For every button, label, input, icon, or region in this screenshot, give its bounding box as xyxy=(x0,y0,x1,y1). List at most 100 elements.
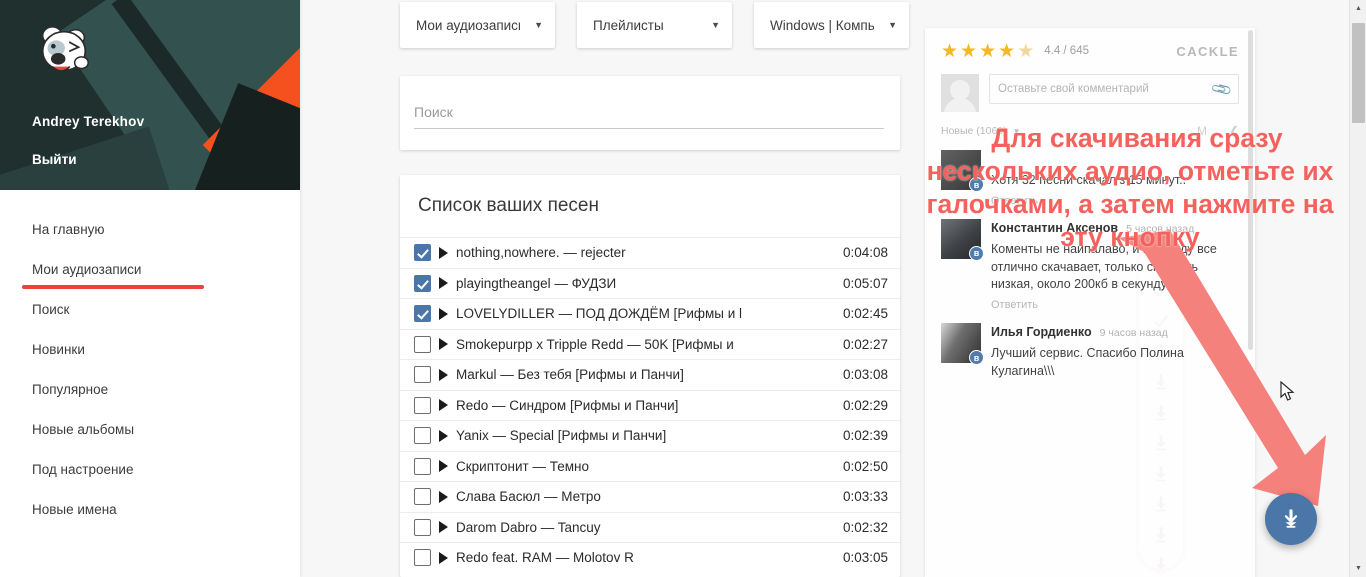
play-icon[interactable] xyxy=(439,490,448,503)
song-checkbox[interactable] xyxy=(414,335,431,353)
table-row[interactable]: Darom Dabro — Tancuy 0:02:32 xyxy=(400,511,900,543)
star-icon: ★ xyxy=(960,40,978,62)
dog-avatar-icon xyxy=(33,22,95,84)
song-checkbox[interactable] xyxy=(414,274,431,292)
song-checkbox[interactable] xyxy=(414,305,431,323)
sidebar-item-home[interactable]: На главную xyxy=(0,210,300,250)
comments-scrollbar-thumb[interactable] xyxy=(1248,30,1253,350)
song-list-rows: nothing,nowhere. — rejecter 0:04:08 playin… xyxy=(400,237,900,573)
play-icon[interactable] xyxy=(439,246,448,259)
table-row[interactable]: playingtheangel — ФУДЗИ 0:05:07 xyxy=(400,267,900,299)
play-icon[interactable] xyxy=(439,399,448,412)
comments-panel-scrollbar[interactable] xyxy=(1247,30,1254,575)
song-duration: 0:02:29 xyxy=(842,397,888,413)
play-icon[interactable] xyxy=(439,368,448,381)
logout-link[interactable]: Выйти xyxy=(32,152,77,167)
comment-text: Лучший сервис. Спасибо Полина Кулагина\\… xyxy=(991,346,1184,378)
share-icon[interactable]: ❮ xyxy=(1229,124,1239,138)
sidebar-item-label: Мои аудиозаписи xyxy=(32,262,142,277)
table-row[interactable]: Redo — Синдром [Рифмы и Панчи] 0:02:29 xyxy=(400,389,900,421)
comment-timestamp: 5 часов назад xyxy=(1126,222,1195,235)
song-list-title: Список ваших песен xyxy=(418,195,599,216)
filter-toolbar: Мои аудиозаписи ▼ Плейлисты ▼ Windows | … xyxy=(400,2,909,48)
reply-button[interactable]: Ответить xyxy=(991,299,1239,311)
table-row[interactable]: Yanix — Special [Рифмы и Панчи] 0:02:39 xyxy=(400,420,900,451)
song-checkbox[interactable] xyxy=(414,244,431,262)
cackle-brand-label[interactable]: CACKLE xyxy=(1176,44,1239,59)
sidebar-item-new[interactable]: Новинки xyxy=(0,330,300,370)
song-checkbox[interactable] xyxy=(414,518,431,536)
star-icon: ★ xyxy=(941,40,959,62)
play-icon[interactable] xyxy=(439,551,448,564)
song-title: Скриптонит — Темно xyxy=(456,458,589,474)
play-icon[interactable] xyxy=(439,521,448,534)
song-title: Redo — Синдром [Рифмы и Панчи] xyxy=(456,397,679,413)
sidebar-item-popular[interactable]: Популярное xyxy=(0,370,300,410)
sidebar-item-mood[interactable]: Под настроение xyxy=(0,450,300,490)
play-icon[interactable] xyxy=(439,460,448,473)
table-row[interactable]: Smokepurpp x Tripple Redd — 50K [Рифмы и… xyxy=(400,328,900,360)
table-row[interactable]: LOVELYDILLER — ПОД ДОЖДЁМ [Рифмы и l 0:02… xyxy=(400,298,900,329)
table-row[interactable]: Markul — Без тебя [Рифмы и Панчи] 0:03:08 xyxy=(400,359,900,390)
table-row[interactable]: Redo feat. RAM — Molotov R 0:03:05 xyxy=(400,542,900,573)
sidebar-item-new-albums[interactable]: Новые альбомы xyxy=(0,410,300,450)
song-duration: 0:05:07 xyxy=(842,275,888,291)
song-duration: 0:04:08 xyxy=(842,245,888,261)
rating-value: 4.4 / 645 xyxy=(1044,45,1089,57)
comment-compose-row: Оставьте свой комментарий 📎 xyxy=(925,74,1255,112)
scroll-up-arrow-icon[interactable]: ▲ xyxy=(1350,0,1366,17)
search-input[interactable] xyxy=(414,104,884,129)
page-scrollbar[interactable]: ▲ ▼ xyxy=(1349,0,1366,577)
list-item: в Илья Гордиенко 9 часов назад Лучший серви… xyxy=(925,315,1255,390)
table-row[interactable]: Скриптонит — Темно 0:02:50 xyxy=(400,450,900,482)
chevron-down-icon[interactable]: ▼ xyxy=(1013,127,1021,136)
select-my-audio[interactable]: Мои аудиозаписи ▼ xyxy=(400,2,555,48)
table-row[interactable]: Слава Басюл — Метро 0:03:33 xyxy=(400,481,900,512)
song-duration: 0:02:50 xyxy=(842,458,888,474)
song-duration: 0:02:39 xyxy=(842,428,888,444)
sidebar-user-name: Andrey Terekhov xyxy=(32,114,145,129)
sidebar-item-label: На главную xyxy=(32,222,105,237)
song-title: Yanix — Special [Рифмы и Панчи] xyxy=(456,428,667,444)
song-duration: 0:03:08 xyxy=(842,367,888,383)
song-checkbox[interactable] xyxy=(414,549,431,567)
song-duration: 0:02:45 xyxy=(842,306,888,322)
comment-input[interactable]: Оставьте свой комментарий 📎 xyxy=(989,74,1239,104)
song-checkbox[interactable] xyxy=(414,457,431,475)
bulk-download-fab[interactable] xyxy=(1265,493,1317,545)
comments-tools: M ❮ xyxy=(1197,124,1239,138)
mail-icon[interactable]: M xyxy=(1197,124,1207,138)
song-checkbox[interactable] xyxy=(414,488,431,506)
comment-author[interactable]: Константин Аксенов xyxy=(991,221,1118,235)
song-title: Redo feat. RAM — Molotov R xyxy=(456,550,634,566)
select-playlists[interactable]: Плейлисты ▼ xyxy=(577,2,732,48)
song-duration: 0:03:05 xyxy=(842,550,888,566)
page-scrollbar-thumb[interactable] xyxy=(1352,23,1365,123)
star-icon: ★ xyxy=(998,40,1016,62)
song-checkbox[interactable] xyxy=(414,366,431,384)
song-duration: 0:02:27 xyxy=(842,336,888,352)
avatar xyxy=(941,74,979,112)
song-checkbox[interactable] xyxy=(414,427,431,445)
paperclip-icon[interactable]: 📎 xyxy=(1209,77,1233,101)
comments-sort-label[interactable]: Новые (1060) xyxy=(941,125,1007,137)
song-title: Smokepurpp x Tripple Redd — 50K [Рифмы и xyxy=(456,336,734,352)
list-item: в Константин Аксенов 5 часов назад Коменты … xyxy=(925,211,1255,315)
sidebar-item-my-audio[interactable]: Мои аудиозаписи xyxy=(0,250,300,290)
play-icon[interactable] xyxy=(439,307,448,320)
play-icon[interactable] xyxy=(439,429,448,442)
vk-badge-icon: в xyxy=(969,350,984,365)
comment-author[interactable]: Илья Гордиенко xyxy=(991,325,1092,339)
table-row[interactable]: nothing,nowhere. — rejecter 0:04:08 xyxy=(400,237,900,268)
play-icon[interactable] xyxy=(439,338,448,351)
play-icon[interactable] xyxy=(439,277,448,290)
avatar: в xyxy=(941,150,984,192)
sidebar-nav: На главную Мои аудиозаписи Поиск Новинки… xyxy=(0,190,300,530)
song-checkbox[interactable] xyxy=(414,396,431,414)
reply-button[interactable]: Ответить xyxy=(991,195,1239,207)
rating-stars[interactable]: ★ ★ ★ ★ ★ xyxy=(941,42,1034,61)
sidebar-item-new-names[interactable]: Новые имена xyxy=(0,490,300,530)
sidebar-item-search[interactable]: Поиск xyxy=(0,290,300,330)
scroll-down-arrow-icon[interactable]: ▼ xyxy=(1350,560,1366,577)
select-platform[interactable]: Windows | Компь ▼ xyxy=(754,2,909,48)
